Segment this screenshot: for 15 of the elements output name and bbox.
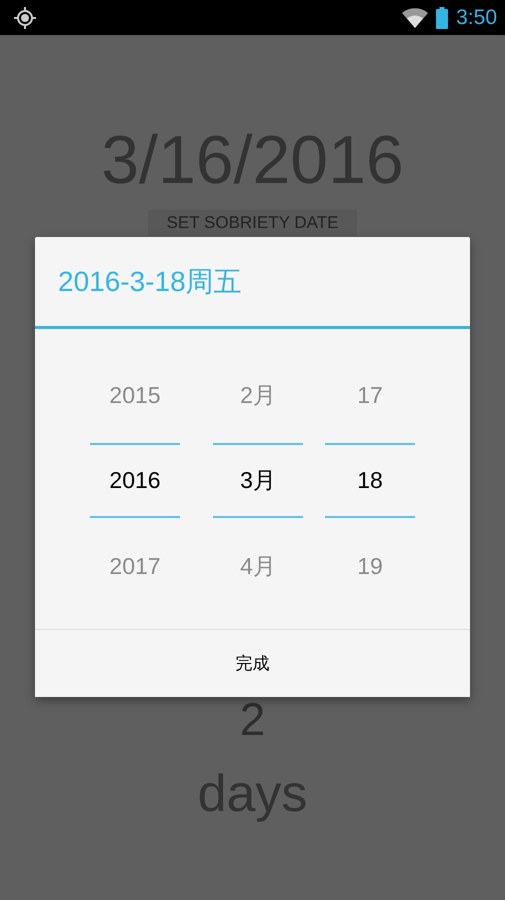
picker-item[interactable]: 18 bbox=[325, 443, 415, 518]
picker-item[interactable]: 2017 bbox=[90, 518, 180, 614]
done-button[interactable]: 完成 bbox=[35, 630, 470, 697]
wifi-icon bbox=[402, 8, 428, 28]
picker-item[interactable]: 4月 bbox=[213, 518, 303, 614]
picker-item[interactable]: 17 bbox=[325, 347, 415, 443]
location-icon bbox=[13, 6, 37, 30]
picker-item[interactable]: 3月 bbox=[213, 443, 303, 518]
dialog-title: 2016-3-18周五 bbox=[58, 264, 242, 298]
picker-item[interactable]: 2016 bbox=[90, 443, 180, 518]
battery-icon bbox=[436, 6, 448, 28]
picker-item[interactable]: 19 bbox=[325, 518, 415, 614]
picker-item[interactable]: 2015 bbox=[90, 347, 180, 443]
clock-time: 3:50 bbox=[456, 6, 497, 30]
picker-item[interactable]: 2月 bbox=[213, 347, 303, 443]
